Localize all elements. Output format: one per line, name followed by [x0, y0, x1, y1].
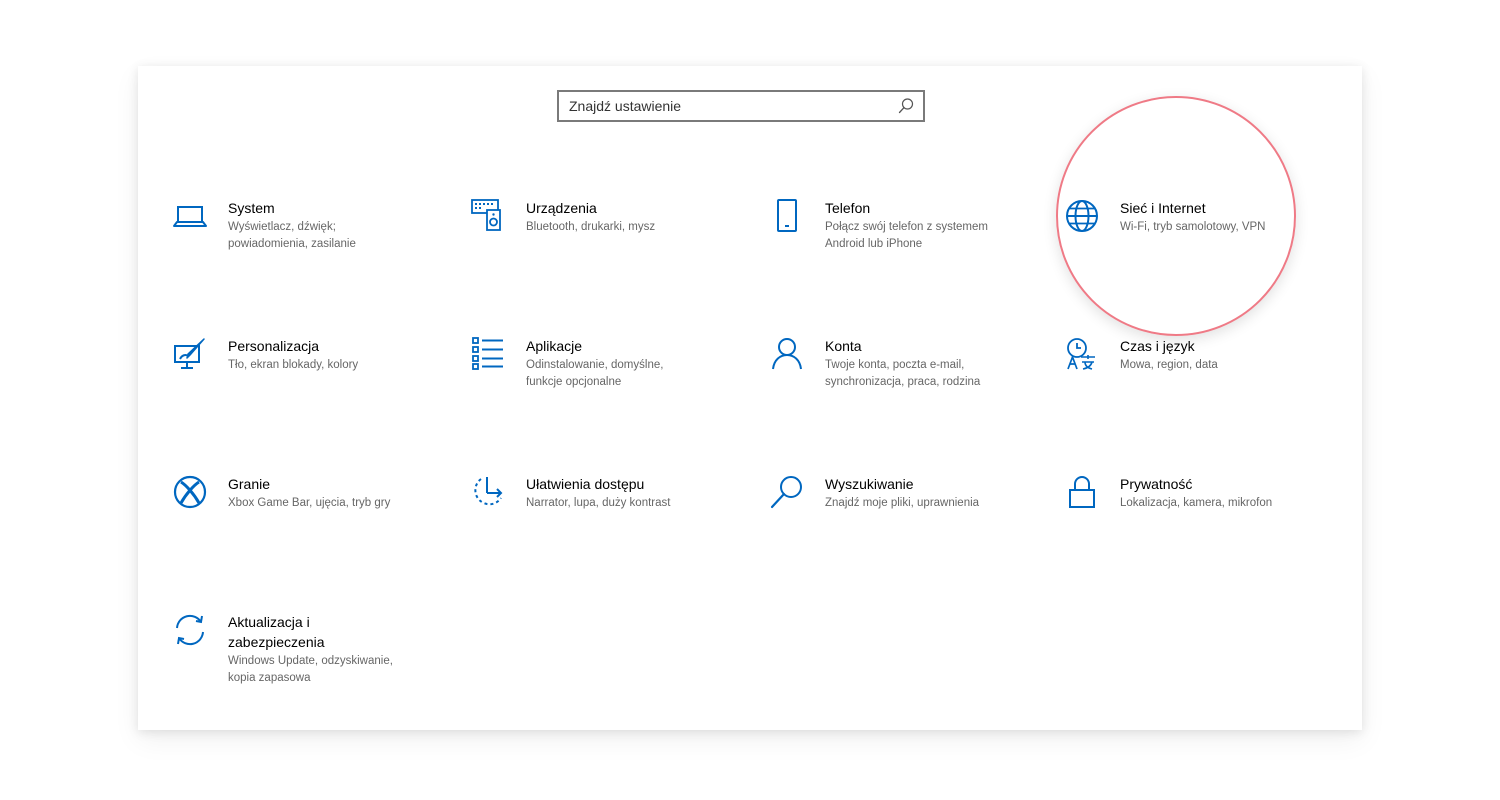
- tile-description: Połącz swój telefon z systemem Android l…: [825, 221, 988, 250]
- search-input[interactable]: [559, 92, 923, 120]
- tile-update-security[interactable]: Aktualizacja i zabezpieczenia Windows Up…: [172, 612, 462, 722]
- tile-title: Czas i język: [1120, 338, 1195, 354]
- tile-description: Mowa, region, data: [1120, 359, 1218, 371]
- tile-personalization[interactable]: Personalizacja Tło, ekran blokady, kolor…: [172, 336, 462, 436]
- tile-title: Wyszukiwanie: [825, 476, 914, 492]
- xbox-icon: [172, 474, 208, 510]
- tile-description: Lokalizacja, kamera, mikrofon: [1120, 497, 1273, 509]
- tile-description: Wyświetlacz, dźwięk; powiadomienia, zasi…: [228, 221, 356, 250]
- tile-phone[interactable]: Telefon Połącz swój telefon z systemem A…: [769, 198, 1059, 298]
- tile-apps[interactable]: Aplikacje Odinstalowanie, domyślne, funk…: [470, 336, 760, 436]
- globe-icon: [1064, 198, 1100, 234]
- keyboard-speaker-icon: [470, 198, 506, 234]
- sync-arrows-icon: [172, 612, 208, 648]
- tile-description: Xbox Game Bar, ujęcia, tryb gry: [228, 497, 391, 509]
- tile-title: System: [228, 200, 275, 216]
- tile-description: Tło, ekran blokady, kolory: [228, 359, 359, 371]
- tile-title: Ułatwienia dostępu: [526, 476, 645, 492]
- apps-list-icon: [470, 336, 506, 372]
- search-icon[interactable]: [897, 97, 915, 115]
- settings-panel: System Wyświetlacz, dźwięk; powiadomieni…: [138, 66, 1362, 730]
- tile-title: Konta: [825, 338, 862, 354]
- time-language-icon: [1064, 336, 1100, 372]
- tile-description: Narrator, lupa, duży kontrast: [526, 497, 671, 509]
- search-box[interactable]: [557, 90, 925, 122]
- laptop-icon: [172, 198, 208, 234]
- tile-privacy[interactable]: Prywatność Lokalizacja, kamera, mikrofon: [1064, 474, 1354, 574]
- tile-title: Aktualizacja i zabezpieczenia: [228, 614, 325, 650]
- tile-description: Wi-Fi, tryb samolotowy, VPN: [1120, 221, 1266, 233]
- tile-description: Windows Update, odzyskiwanie, kopia zapa…: [228, 655, 393, 684]
- tile-title: Urządzenia: [526, 200, 597, 216]
- tile-title: Sieć i Internet: [1120, 200, 1206, 216]
- phone-icon: [769, 198, 805, 234]
- tile-time-language[interactable]: Czas i język Mowa, region, data: [1064, 336, 1354, 436]
- tile-description: Bluetooth, drukarki, mysz: [526, 221, 656, 233]
- tile-title: Aplikacje: [526, 338, 583, 354]
- tile-search[interactable]: Wyszukiwanie Znajdź moje pliki, uprawnie…: [769, 474, 1059, 574]
- person-icon: [769, 336, 805, 372]
- tile-gaming[interactable]: Granie Xbox Game Bar, ujęcia, tryb gry: [172, 474, 462, 574]
- tile-description: Odinstalowanie, domyślne, funkcje opcjon…: [526, 359, 664, 388]
- magnifier-icon: [769, 474, 805, 510]
- tile-devices[interactable]: Urządzenia Bluetooth, drukarki, mysz: [470, 198, 760, 298]
- tile-title: Personalizacja: [228, 338, 320, 354]
- ease-of-access-icon: [470, 474, 506, 510]
- tile-title: Telefon: [825, 200, 871, 216]
- lock-icon: [1064, 474, 1100, 510]
- tile-description: Znajdź moje pliki, uprawnienia: [825, 497, 980, 509]
- tile-ease-of-access[interactable]: Ułatwienia dostępu Narrator, lupa, duży …: [470, 474, 760, 574]
- tile-accounts[interactable]: Konta Twoje konta, poczta e-mail, synchr…: [769, 336, 1059, 436]
- tile-title: Granie: [228, 476, 271, 492]
- tile-network[interactable]: Sieć i Internet Wi-Fi, tryb samolotowy, …: [1064, 198, 1354, 298]
- paint-brush-icon: [172, 336, 208, 372]
- tile-description: Twoje konta, poczta e-mail, synchronizac…: [825, 359, 981, 388]
- tile-system[interactable]: System Wyświetlacz, dźwięk; powiadomieni…: [172, 198, 462, 298]
- tile-title: Prywatność: [1120, 476, 1193, 492]
